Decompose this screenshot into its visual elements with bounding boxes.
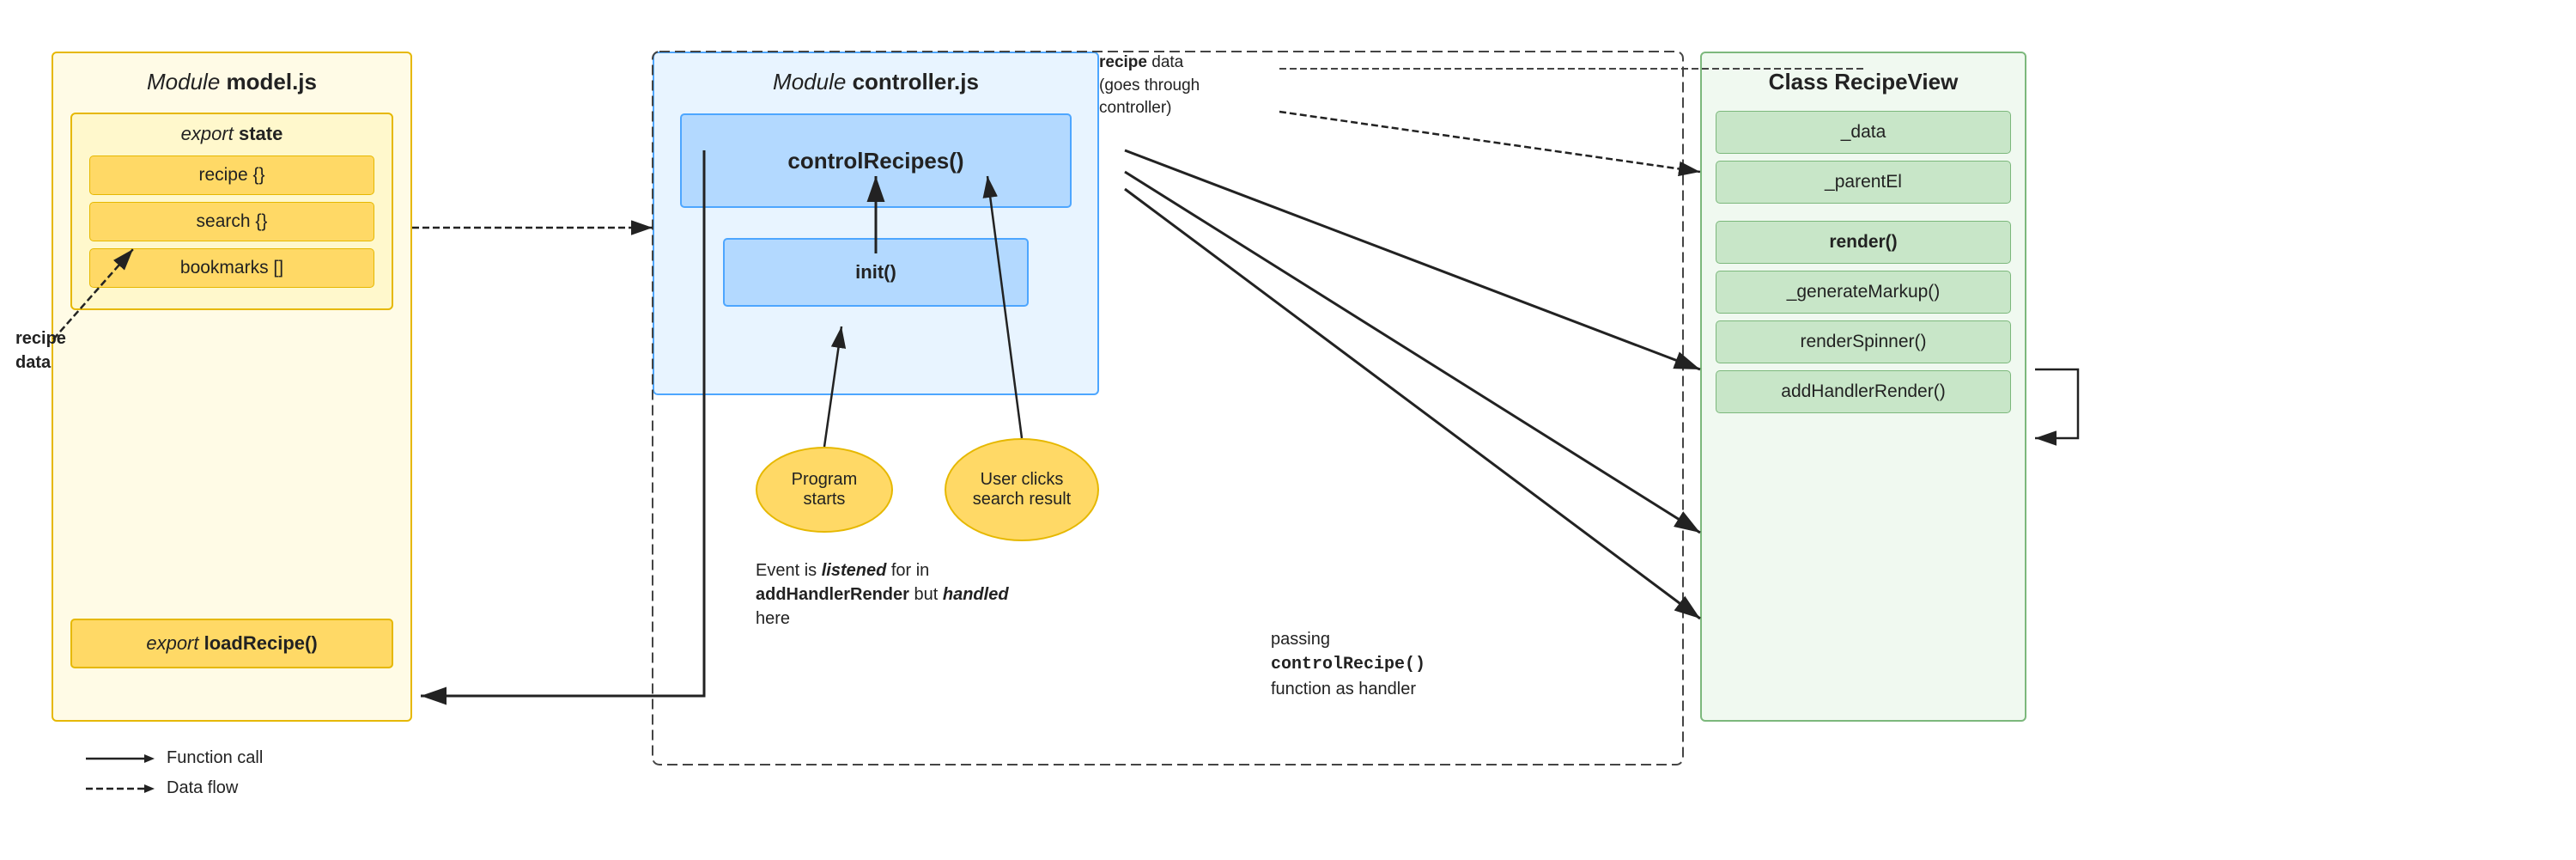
label-passing-control: passing controlRecipe() function as hand… — [1271, 627, 1425, 701]
module-controller-title: Module controller.js — [654, 53, 1097, 104]
state-box: export state recipe {} search {} bookmar… — [70, 113, 393, 310]
label-recipe-data-top: recipe data(goes throughcontroller) — [1099, 52, 1200, 120]
legend-function-call-arrow — [86, 750, 155, 767]
module-model: Module model.js export state recipe {} s… — [52, 52, 412, 722]
rv-item-parentel: _parentEl — [1716, 161, 2011, 204]
diagram-container: Module model.js export state recipe {} s… — [0, 0, 2576, 860]
rv-item-render: render() — [1716, 221, 2011, 264]
rv-item-renderspinner: renderSpinner() — [1716, 320, 2011, 363]
label-recipe-data-left: recipedata — [15, 326, 66, 375]
rv-item-group: render() _generateMarkup() renderSpinner… — [1702, 221, 2025, 413]
legend: Function call Data flow — [86, 748, 263, 808]
load-recipe-box: export loadRecipe() — [70, 619, 393, 668]
state-item-recipe: recipe {} — [89, 156, 374, 195]
module-recipeview: Class RecipeView _data _parentEl render(… — [1700, 52, 2026, 722]
state-title: export state — [81, 123, 383, 145]
rv-item-addhandlerrender: addHandlerRender() — [1716, 370, 2011, 413]
init-box: init() — [723, 238, 1029, 307]
state-item-bookmarks: bookmarks [] — [89, 248, 374, 288]
state-item-search: search {} — [89, 202, 374, 241]
legend-data-flow-arrow — [86, 780, 155, 797]
control-recipes-box: controlRecipes() — [680, 113, 1072, 208]
module-recipeview-title: Class RecipeView — [1702, 53, 2025, 104]
oval-user-clicks: User clickssearch result — [945, 438, 1099, 541]
label-event-listened: Event is listened for in addHandlerRende… — [756, 558, 1009, 631]
rv-item-data: _data — [1716, 111, 2011, 154]
module-model-title: Module model.js — [53, 53, 410, 104]
legend-data-flow: Data flow — [86, 778, 263, 798]
legend-function-call: Function call — [86, 748, 263, 768]
rv-item-generatemarkup: _generateMarkup() — [1716, 271, 2011, 314]
module-controller: Module controller.js controlRecipes() in… — [653, 52, 1099, 395]
oval-program-starts: Programstarts — [756, 447, 893, 533]
